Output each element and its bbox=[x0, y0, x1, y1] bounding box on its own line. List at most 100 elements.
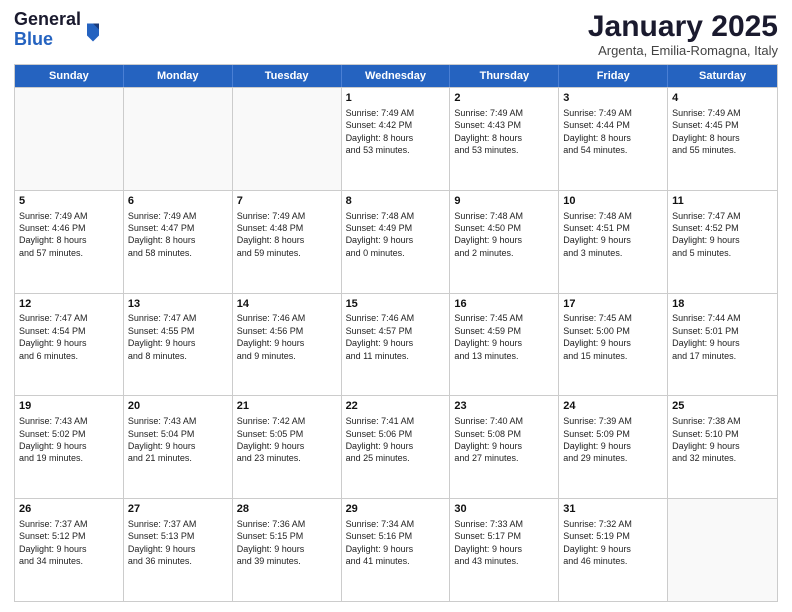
day-number: 22 bbox=[346, 399, 446, 414]
cell-info: Sunrise: 7:49 AM Sunset: 4:48 PM Dayligh… bbox=[237, 210, 337, 260]
day-number: 12 bbox=[19, 297, 119, 312]
calendar-cell: 31Sunrise: 7:32 AM Sunset: 5:19 PM Dayli… bbox=[559, 499, 668, 601]
calendar-cell: 6Sunrise: 7:49 AM Sunset: 4:47 PM Daylig… bbox=[124, 191, 233, 293]
weekday-header-tuesday: Tuesday bbox=[233, 65, 342, 87]
cell-info: Sunrise: 7:39 AM Sunset: 5:09 PM Dayligh… bbox=[563, 415, 663, 465]
cell-info: Sunrise: 7:49 AM Sunset: 4:42 PM Dayligh… bbox=[346, 107, 446, 157]
weekday-header-saturday: Saturday bbox=[668, 65, 777, 87]
cell-info: Sunrise: 7:49 AM Sunset: 4:46 PM Dayligh… bbox=[19, 210, 119, 260]
calendar-cell: 3Sunrise: 7:49 AM Sunset: 4:44 PM Daylig… bbox=[559, 88, 668, 190]
day-number: 9 bbox=[454, 194, 554, 209]
cell-info: Sunrise: 7:43 AM Sunset: 5:02 PM Dayligh… bbox=[19, 415, 119, 465]
day-number: 24 bbox=[563, 399, 663, 414]
cell-info: Sunrise: 7:40 AM Sunset: 5:08 PM Dayligh… bbox=[454, 415, 554, 465]
month-title: January 2025 bbox=[588, 10, 778, 43]
calendar-header: SundayMondayTuesdayWednesdayThursdayFrid… bbox=[15, 65, 777, 87]
calendar-cell: 20Sunrise: 7:43 AM Sunset: 5:04 PM Dayli… bbox=[124, 396, 233, 498]
calendar-cell: 14Sunrise: 7:46 AM Sunset: 4:56 PM Dayli… bbox=[233, 294, 342, 396]
calendar-cell: 24Sunrise: 7:39 AM Sunset: 5:09 PM Dayli… bbox=[559, 396, 668, 498]
cell-info: Sunrise: 7:48 AM Sunset: 4:50 PM Dayligh… bbox=[454, 210, 554, 260]
day-number: 5 bbox=[19, 194, 119, 209]
day-number: 6 bbox=[128, 194, 228, 209]
cell-info: Sunrise: 7:46 AM Sunset: 4:57 PM Dayligh… bbox=[346, 312, 446, 362]
calendar-cell: 4Sunrise: 7:49 AM Sunset: 4:45 PM Daylig… bbox=[668, 88, 777, 190]
cell-info: Sunrise: 7:47 AM Sunset: 4:55 PM Dayligh… bbox=[128, 312, 228, 362]
calendar-row-5: 26Sunrise: 7:37 AM Sunset: 5:12 PM Dayli… bbox=[15, 498, 777, 601]
calendar-row-2: 5Sunrise: 7:49 AM Sunset: 4:46 PM Daylig… bbox=[15, 190, 777, 293]
calendar-cell: 21Sunrise: 7:42 AM Sunset: 5:05 PM Dayli… bbox=[233, 396, 342, 498]
calendar-cell: 12Sunrise: 7:47 AM Sunset: 4:54 PM Dayli… bbox=[15, 294, 124, 396]
day-number: 10 bbox=[563, 194, 663, 209]
day-number: 1 bbox=[346, 91, 446, 106]
cell-info: Sunrise: 7:47 AM Sunset: 4:54 PM Dayligh… bbox=[19, 312, 119, 362]
day-number: 4 bbox=[672, 91, 773, 106]
logo-icon bbox=[84, 20, 102, 42]
calendar-cell: 13Sunrise: 7:47 AM Sunset: 4:55 PM Dayli… bbox=[124, 294, 233, 396]
title-block: January 2025 Argenta, Emilia-Romagna, It… bbox=[588, 10, 778, 58]
day-number: 30 bbox=[454, 502, 554, 517]
calendar-cell: 2Sunrise: 7:49 AM Sunset: 4:43 PM Daylig… bbox=[450, 88, 559, 190]
cell-info: Sunrise: 7:48 AM Sunset: 4:49 PM Dayligh… bbox=[346, 210, 446, 260]
day-number: 23 bbox=[454, 399, 554, 414]
day-number: 16 bbox=[454, 297, 554, 312]
logo: General Blue bbox=[14, 10, 102, 50]
day-number: 7 bbox=[237, 194, 337, 209]
calendar-cell: 1Sunrise: 7:49 AM Sunset: 4:42 PM Daylig… bbox=[342, 88, 451, 190]
calendar-cell: 10Sunrise: 7:48 AM Sunset: 4:51 PM Dayli… bbox=[559, 191, 668, 293]
calendar-cell: 26Sunrise: 7:37 AM Sunset: 5:12 PM Dayli… bbox=[15, 499, 124, 601]
calendar-cell: 19Sunrise: 7:43 AM Sunset: 5:02 PM Dayli… bbox=[15, 396, 124, 498]
calendar-cell: 18Sunrise: 7:44 AM Sunset: 5:01 PM Dayli… bbox=[668, 294, 777, 396]
day-number: 8 bbox=[346, 194, 446, 209]
weekday-header-wednesday: Wednesday bbox=[342, 65, 451, 87]
cell-info: Sunrise: 7:38 AM Sunset: 5:10 PM Dayligh… bbox=[672, 415, 773, 465]
calendar-cell: 23Sunrise: 7:40 AM Sunset: 5:08 PM Dayli… bbox=[450, 396, 559, 498]
weekday-header-monday: Monday bbox=[124, 65, 233, 87]
calendar-cell bbox=[124, 88, 233, 190]
calendar: SundayMondayTuesdayWednesdayThursdayFrid… bbox=[14, 64, 778, 602]
cell-info: Sunrise: 7:34 AM Sunset: 5:16 PM Dayligh… bbox=[346, 518, 446, 568]
cell-info: Sunrise: 7:49 AM Sunset: 4:44 PM Dayligh… bbox=[563, 107, 663, 157]
calendar-cell: 27Sunrise: 7:37 AM Sunset: 5:13 PM Dayli… bbox=[124, 499, 233, 601]
day-number: 13 bbox=[128, 297, 228, 312]
cell-info: Sunrise: 7:41 AM Sunset: 5:06 PM Dayligh… bbox=[346, 415, 446, 465]
calendar-cell: 30Sunrise: 7:33 AM Sunset: 5:17 PM Dayli… bbox=[450, 499, 559, 601]
logo-blue: Blue bbox=[14, 30, 81, 50]
cell-info: Sunrise: 7:49 AM Sunset: 4:47 PM Dayligh… bbox=[128, 210, 228, 260]
day-number: 31 bbox=[563, 502, 663, 517]
cell-info: Sunrise: 7:37 AM Sunset: 5:12 PM Dayligh… bbox=[19, 518, 119, 568]
cell-info: Sunrise: 7:46 AM Sunset: 4:56 PM Dayligh… bbox=[237, 312, 337, 362]
weekday-header-thursday: Thursday bbox=[450, 65, 559, 87]
weekday-header-friday: Friday bbox=[559, 65, 668, 87]
calendar-row-1: 1Sunrise: 7:49 AM Sunset: 4:42 PM Daylig… bbox=[15, 87, 777, 190]
day-number: 2 bbox=[454, 91, 554, 106]
day-number: 27 bbox=[128, 502, 228, 517]
day-number: 18 bbox=[672, 297, 773, 312]
calendar-cell bbox=[15, 88, 124, 190]
cell-info: Sunrise: 7:48 AM Sunset: 4:51 PM Dayligh… bbox=[563, 210, 663, 260]
calendar-cell: 17Sunrise: 7:45 AM Sunset: 5:00 PM Dayli… bbox=[559, 294, 668, 396]
calendar-cell: 25Sunrise: 7:38 AM Sunset: 5:10 PM Dayli… bbox=[668, 396, 777, 498]
calendar-cell: 28Sunrise: 7:36 AM Sunset: 5:15 PM Dayli… bbox=[233, 499, 342, 601]
cell-info: Sunrise: 7:43 AM Sunset: 5:04 PM Dayligh… bbox=[128, 415, 228, 465]
cell-info: Sunrise: 7:47 AM Sunset: 4:52 PM Dayligh… bbox=[672, 210, 773, 260]
cell-info: Sunrise: 7:32 AM Sunset: 5:19 PM Dayligh… bbox=[563, 518, 663, 568]
header: General Blue January 2025 Argenta, Emili… bbox=[14, 10, 778, 58]
cell-info: Sunrise: 7:42 AM Sunset: 5:05 PM Dayligh… bbox=[237, 415, 337, 465]
logo-general: General bbox=[14, 10, 81, 30]
calendar-row-4: 19Sunrise: 7:43 AM Sunset: 5:02 PM Dayli… bbox=[15, 395, 777, 498]
location: Argenta, Emilia-Romagna, Italy bbox=[588, 43, 778, 58]
day-number: 17 bbox=[563, 297, 663, 312]
day-number: 15 bbox=[346, 297, 446, 312]
calendar-cell: 8Sunrise: 7:48 AM Sunset: 4:49 PM Daylig… bbox=[342, 191, 451, 293]
calendar-row-3: 12Sunrise: 7:47 AM Sunset: 4:54 PM Dayli… bbox=[15, 293, 777, 396]
calendar-cell bbox=[233, 88, 342, 190]
cell-info: Sunrise: 7:45 AM Sunset: 5:00 PM Dayligh… bbox=[563, 312, 663, 362]
calendar-cell: 9Sunrise: 7:48 AM Sunset: 4:50 PM Daylig… bbox=[450, 191, 559, 293]
day-number: 19 bbox=[19, 399, 119, 414]
day-number: 21 bbox=[237, 399, 337, 414]
calendar-cell: 5Sunrise: 7:49 AM Sunset: 4:46 PM Daylig… bbox=[15, 191, 124, 293]
calendar-cell: 16Sunrise: 7:45 AM Sunset: 4:59 PM Dayli… bbox=[450, 294, 559, 396]
day-number: 28 bbox=[237, 502, 337, 517]
day-number: 26 bbox=[19, 502, 119, 517]
cell-info: Sunrise: 7:49 AM Sunset: 4:45 PM Dayligh… bbox=[672, 107, 773, 157]
